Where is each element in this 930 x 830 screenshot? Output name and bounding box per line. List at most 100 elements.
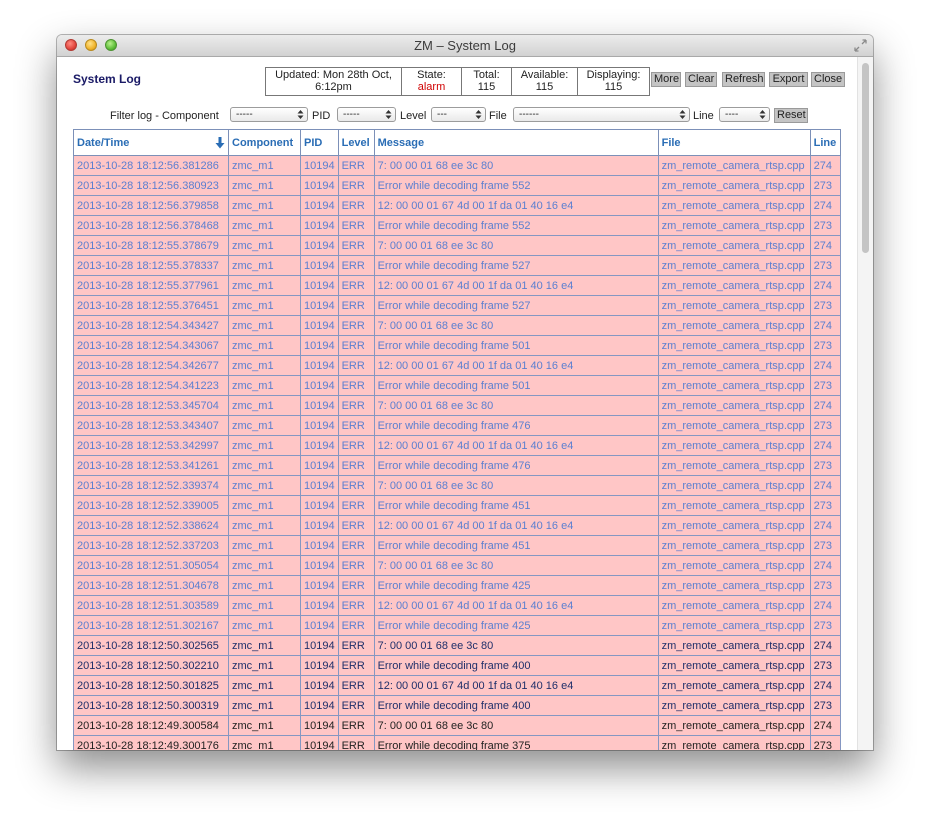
- column-header-pid[interactable]: PID: [300, 129, 339, 156]
- table-row[interactable]: 2013-10-28 18:12:50.301825 zmc_m1 10194 ERR…: [73, 675, 841, 696]
- table-row[interactable]: 2013-10-28 18:12:53.345704 zmc_m1 10194 ERR…: [73, 395, 841, 416]
- level-select[interactable]: ---: [431, 107, 486, 122]
- table-row[interactable]: 2013-10-28 18:12:50.300319 zmc_m1 10194 ERR…: [73, 695, 841, 716]
- table-row[interactable]: 2013-10-28 18:12:51.304678 zmc_m1 10194 ERR…: [73, 575, 841, 596]
- cell-message: 12: 00 00 01 67 4d 00 1f da 01 40 16 e4: [373, 275, 659, 296]
- cell-line: 273: [809, 575, 841, 596]
- pid-select-value: -----: [343, 109, 360, 120]
- cell-file: zm_remote_camera_rtsp.cpp: [657, 475, 811, 496]
- cell-pid: 10194: [300, 475, 339, 496]
- cell-datetime: 2013-10-28 18:12:54.343427: [73, 315, 229, 336]
- cell-file: zm_remote_camera_rtsp.cpp: [657, 635, 811, 656]
- cell-datetime: 2013-10-28 18:12:55.376451: [73, 295, 229, 316]
- table-row[interactable]: 2013-10-28 18:12:49.300176 zmc_m1 10194 ERR…: [73, 735, 841, 750]
- cell-line: 274: [809, 515, 841, 536]
- clear-button[interactable]: Clear: [685, 72, 717, 87]
- cell-level: ERR: [337, 735, 375, 750]
- cell-line: 273: [809, 455, 841, 476]
- cell-level: ERR: [337, 555, 375, 576]
- cell-file: zm_remote_camera_rtsp.cpp: [657, 655, 811, 676]
- table-row[interactable]: 2013-10-28 18:12:53.341261 zmc_m1 10194 ERR…: [73, 455, 841, 476]
- table-row[interactable]: 2013-10-28 18:12:56.379858 zmc_m1 10194 ERR…: [73, 195, 841, 216]
- column-header-component[interactable]: Component: [228, 129, 301, 156]
- cell-file: zm_remote_camera_rtsp.cpp: [657, 415, 811, 436]
- table-row[interactable]: 2013-10-28 18:12:54.343427 zmc_m1 10194 ERR…: [73, 315, 841, 336]
- sort-descending-icon[interactable]: [215, 137, 225, 149]
- cell-message: Error while decoding frame 501: [373, 375, 659, 396]
- pid-select[interactable]: -----: [337, 107, 396, 122]
- column-header-level[interactable]: Level: [337, 129, 375, 156]
- cell-component: zmc_m1: [228, 655, 301, 676]
- cell-component: zmc_m1: [228, 675, 301, 696]
- table-row[interactable]: 2013-10-28 18:12:53.343407 zmc_m1 10194 ERR…: [73, 415, 841, 436]
- cell-line: 274: [809, 635, 841, 656]
- table-row[interactable]: 2013-10-28 18:12:52.339374 zmc_m1 10194 ERR…: [73, 475, 841, 496]
- table-row[interactable]: 2013-10-28 18:12:54.341223 zmc_m1 10194 ERR…: [73, 375, 841, 396]
- cell-datetime: 2013-10-28 18:12:52.339374: [73, 475, 229, 496]
- close-button[interactable]: Close: [811, 72, 845, 87]
- cell-pid: 10194: [300, 335, 339, 356]
- cell-pid: 10194: [300, 575, 339, 596]
- line-select-value: ----: [725, 109, 739, 120]
- cell-message: Error while decoding frame 527: [373, 255, 659, 276]
- updated-label: Updated:: [275, 69, 320, 81]
- table-row[interactable]: 2013-10-28 18:12:54.342677 zmc_m1 10194 ERR…: [73, 355, 841, 376]
- displaying-label: Displaying:: [586, 69, 641, 81]
- table-row[interactable]: 2013-10-28 18:12:55.378679 zmc_m1 10194 ERR…: [73, 235, 841, 256]
- component-select[interactable]: -----: [230, 107, 308, 122]
- table-row[interactable]: 2013-10-28 18:12:52.337203 zmc_m1 10194 ERR…: [73, 535, 841, 556]
- table-row[interactable]: 2013-10-28 18:12:56.381286 zmc_m1 10194 ERR…: [73, 155, 841, 176]
- cell-level: ERR: [337, 475, 375, 496]
- line-select[interactable]: ----: [719, 107, 770, 122]
- titlebar[interactable]: ZM – System Log: [57, 35, 873, 57]
- file-select-value: ------: [519, 109, 539, 120]
- log-table-body: 2013-10-28 18:12:56.381286 zmc_m1 10194 ERR…: [73, 155, 841, 750]
- refresh-button[interactable]: Refresh: [722, 72, 765, 87]
- cell-pid: 10194: [300, 215, 339, 236]
- table-row[interactable]: 2013-10-28 18:12:53.342997 zmc_m1 10194 ERR…: [73, 435, 841, 456]
- table-row[interactable]: 2013-10-28 18:12:50.302565 zmc_m1 10194 ERR…: [73, 635, 841, 656]
- cell-file: zm_remote_camera_rtsp.cpp: [657, 435, 811, 456]
- export-button[interactable]: Export: [769, 72, 808, 87]
- table-row[interactable]: 2013-10-28 18:12:49.300584 zmc_m1 10194 ERR…: [73, 715, 841, 736]
- file-select[interactable]: ------: [513, 107, 690, 122]
- total-label: Total:: [473, 69, 500, 81]
- column-header-file[interactable]: File: [657, 129, 811, 156]
- cell-datetime: 2013-10-28 18:12:56.378468: [73, 215, 229, 236]
- reset-button[interactable]: Reset: [774, 108, 808, 123]
- cell-component: zmc_m1: [228, 735, 301, 750]
- select-arrows-icon: [759, 110, 766, 119]
- table-row[interactable]: 2013-10-28 18:12:55.378337 zmc_m1 10194 ERR…: [73, 255, 841, 276]
- cell-level: ERR: [337, 215, 375, 236]
- table-row[interactable]: 2013-10-28 18:12:55.377961 zmc_m1 10194 ERR…: [73, 275, 841, 296]
- cell-component: zmc_m1: [228, 715, 301, 736]
- table-row[interactable]: 2013-10-28 18:12:51.302167 zmc_m1 10194 ERR…: [73, 615, 841, 636]
- table-row[interactable]: 2013-10-28 18:12:56.378468 zmc_m1 10194 ERR…: [73, 215, 841, 236]
- fullscreen-icon[interactable]: [854, 39, 867, 52]
- cell-line: 273: [809, 375, 841, 396]
- more-button[interactable]: More: [651, 72, 681, 87]
- cell-component: zmc_m1: [228, 195, 301, 216]
- table-row[interactable]: 2013-10-28 18:12:56.380923 zmc_m1 10194 ERR…: [73, 175, 841, 196]
- column-header-line[interactable]: Line: [809, 129, 841, 156]
- column-header-message[interactable]: Message: [373, 129, 659, 156]
- table-row[interactable]: 2013-10-28 18:12:54.343067 zmc_m1 10194 ERR…: [73, 335, 841, 356]
- table-row[interactable]: 2013-10-28 18:12:50.302210 zmc_m1 10194 ERR…: [73, 655, 841, 676]
- table-row[interactable]: 2013-10-28 18:12:51.305054 zmc_m1 10194 ERR…: [73, 555, 841, 576]
- cell-level: ERR: [337, 635, 375, 656]
- table-row[interactable]: 2013-10-28 18:12:52.339005 zmc_m1 10194 ERR…: [73, 495, 841, 516]
- vertical-scrollbar[interactable]: [857, 57, 873, 750]
- cell-message: Error while decoding frame 501: [373, 335, 659, 356]
- scrollbar-thumb[interactable]: [862, 63, 869, 253]
- updated-value: Mon 28th Oct, 6:12pm: [315, 69, 392, 93]
- table-row[interactable]: 2013-10-28 18:12:51.303589 zmc_m1 10194 ERR…: [73, 595, 841, 616]
- column-header-datetime[interactable]: Date/Time: [73, 129, 229, 156]
- cell-datetime: 2013-10-28 18:12:54.341223: [73, 375, 229, 396]
- cell-message: 7: 00 00 01 68 ee 3c 80: [373, 715, 659, 736]
- cell-level: ERR: [337, 315, 375, 336]
- table-row[interactable]: 2013-10-28 18:12:52.338624 zmc_m1 10194 ERR…: [73, 515, 841, 536]
- table-row[interactable]: 2013-10-28 18:12:55.376451 zmc_m1 10194 ERR…: [73, 295, 841, 316]
- cell-line: 274: [809, 195, 841, 216]
- cell-file: zm_remote_camera_rtsp.cpp: [657, 715, 811, 736]
- cell-line: 274: [809, 275, 841, 296]
